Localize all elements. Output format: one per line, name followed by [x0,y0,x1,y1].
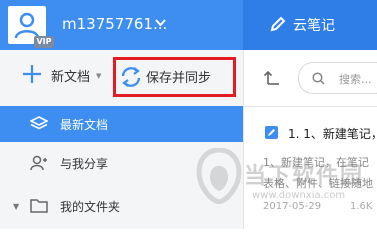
panel-divider [243,50,244,229]
sidebar-item-label: 最新文档 [60,118,109,132]
watermark-logo-icon [196,148,242,204]
sidebar-item-label: 与我分享 [60,157,109,171]
top-bar: VIP m13757761... 云笔记 [0,0,377,50]
expand-triangle-icon[interactable]: ▼ [13,202,19,211]
save-and-sync-label: 保存并同步 [146,71,212,86]
tab-cloud-notes[interactable]: 云笔记 [243,0,377,50]
watermark-url: www.downxia.com [252,190,346,201]
sidebar-item-label: 我的文件夹 [60,200,121,214]
note-doc-icon [265,126,278,139]
list-header-divider [244,106,377,107]
search-placeholder: 搜索... [339,73,372,86]
save-and-sync-button[interactable]: 保存并同步 [113,57,236,97]
layers-icon [30,116,48,130]
share-user-icon [30,155,47,171]
folder-icon [30,199,48,213]
watermark-text: 当下软件园 [244,164,365,189]
tab-cloud-notes-label: 云笔记 [293,18,335,34]
dropdown-arrow-icon[interactable]: ▼ [96,72,101,80]
new-document-button[interactable]: 新文档 [51,66,90,85]
note-title[interactable]: 1. 1、新建笔记， [288,125,377,142]
search-icon [312,72,325,85]
search-input[interactable]: 搜索... [298,62,377,94]
sidebar-item-latest-docs[interactable]: 最新文档 [0,106,243,142]
user-icon [14,12,40,39]
chevron-down-icon[interactable] [155,19,166,27]
sync-icon [121,67,141,87]
account-name[interactable]: m13757761... [62,15,167,33]
vip-badge: VIP [34,36,54,48]
note-date: 2017-05-29 [263,201,322,212]
plus-icon[interactable] [22,64,42,84]
parent-folder-icon[interactable] [263,68,281,86]
pencil-icon [270,16,286,32]
note-size: 1.6K [350,201,373,212]
